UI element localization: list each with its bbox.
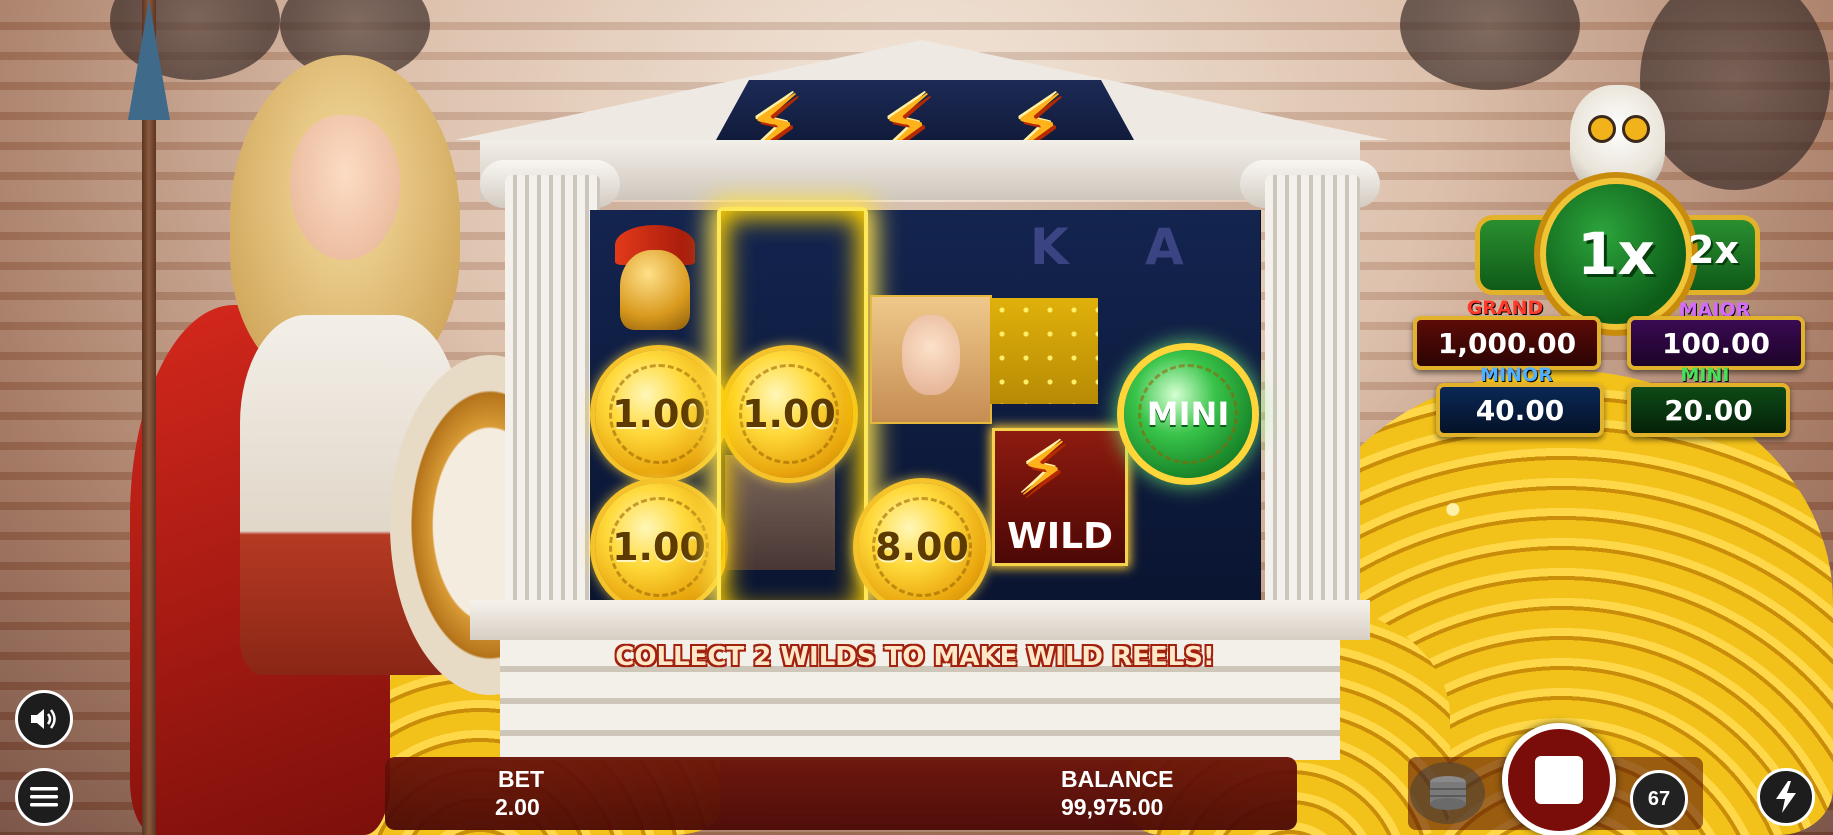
balance-label: BALANCE bbox=[1061, 766, 1174, 792]
bet-selector-button[interactable] bbox=[1410, 762, 1485, 824]
mini-coin-label: MINI bbox=[1146, 395, 1230, 433]
spear bbox=[142, 0, 156, 835]
minor-jackpot-value: 40.00 bbox=[1436, 383, 1604, 437]
faded-symbol: K bbox=[1030, 218, 1069, 276]
bet-value[interactable]: 2.00 bbox=[495, 794, 540, 821]
sound-toggle-button[interactable] bbox=[15, 690, 73, 748]
athena-character bbox=[130, 55, 590, 835]
coin-value: 1.00 bbox=[612, 525, 706, 569]
reel-highlight-glow bbox=[717, 207, 868, 620]
lightning-bolt-icon: ⚡ bbox=[1017, 427, 1069, 513]
current-multiplier: 1x bbox=[1577, 220, 1655, 288]
spear-tip bbox=[128, 0, 170, 120]
lightning-icon bbox=[1776, 781, 1796, 813]
athena-portrait-symbol bbox=[870, 295, 992, 424]
sparkle-symbol bbox=[990, 298, 1098, 404]
temple-base bbox=[470, 600, 1370, 640]
wild-symbol: ⚡ WILD bbox=[992, 427, 1128, 566]
bet-label: BET bbox=[498, 766, 544, 792]
face bbox=[290, 115, 400, 260]
menu-button[interactable] bbox=[15, 768, 73, 826]
grand-jackpot-value: 1,000.00 bbox=[1413, 316, 1601, 370]
coin-value: 1.00 bbox=[612, 392, 706, 436]
hamburger-menu-icon bbox=[30, 787, 58, 807]
coin-symbol: 1.00 bbox=[595, 483, 723, 611]
major-jackpot-value: 100.00 bbox=[1627, 316, 1805, 370]
wild-label: WILD bbox=[1007, 516, 1113, 557]
next-multiplier: 2x bbox=[1688, 228, 1739, 272]
mini-jackpot-coin-symbol: MINI bbox=[1124, 350, 1252, 478]
feature-message: COLLECT 2 WILDS TO MAKE WILD REELS! bbox=[615, 642, 1215, 672]
speaker-icon bbox=[31, 709, 56, 729]
stop-spin-button[interactable] bbox=[1502, 723, 1616, 835]
spartan-helmet-symbol bbox=[605, 225, 705, 335]
stop-square-icon bbox=[1535, 756, 1583, 804]
temple-column-right bbox=[1265, 175, 1360, 615]
turbo-button[interactable] bbox=[1757, 768, 1815, 826]
game-scene: ⚡ ⚡ ⚡ A K 1.00 1.00 1.00 8.00 ⚡ WILD MIN… bbox=[0, 0, 1833, 835]
coin-symbol: 8.00 bbox=[858, 483, 986, 611]
autoplay-counter[interactable]: 67 bbox=[1630, 770, 1688, 828]
temple-column-left bbox=[505, 175, 600, 615]
mini-jackpot-value: 20.00 bbox=[1627, 383, 1790, 437]
coin-stack-icon bbox=[1429, 776, 1466, 810]
coin-symbol: 1.00 bbox=[595, 350, 723, 478]
balance-value: 99,975.00 bbox=[1061, 794, 1164, 820]
faded-symbol: A bbox=[1145, 218, 1184, 276]
coin-value: 8.00 bbox=[875, 525, 969, 569]
